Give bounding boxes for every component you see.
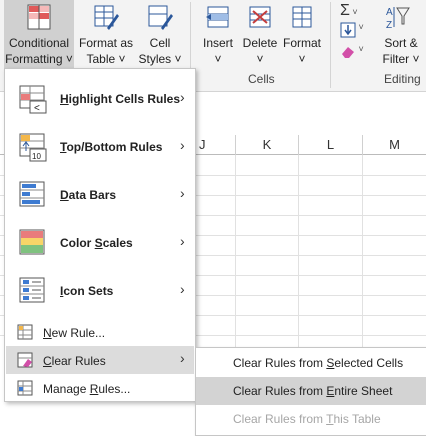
clear-button[interactable]: ˅: [340, 44, 372, 62]
top-bottom-rules-icon: 10: [19, 133, 47, 162]
conditional-formatting-icon: [27, 4, 51, 30]
sort-filter-label: Sort & Filter ˅: [382, 36, 420, 66]
menu-item-manage-rules[interactable]: Manage Rules...: [6, 374, 194, 402]
autosum-button[interactable]: Σ ˅: [340, 2, 372, 20]
menu-item-label: Clear Rules: [43, 354, 106, 368]
highlight-cells-rules-icon: <: [19, 85, 47, 114]
editing-group-label: Editing: [384, 72, 421, 86]
autosum-icon: Σ: [340, 2, 350, 19]
column-header-m[interactable]: M: [362, 135, 426, 155]
clear-rules-submenu: Clear Rules from Selected Cells Clear Ru…: [195, 347, 426, 436]
delete-label: Delete ˅: [242, 36, 278, 66]
format-as-table-label: Format as Table ˅: [78, 36, 133, 66]
cell-styles-label: Cell Styles ˅: [138, 36, 182, 66]
insert-cells-icon: [206, 6, 229, 28]
sort-filter-icon: A Z: [386, 7, 410, 30]
chevron-right-icon: ›: [180, 350, 185, 366]
submenu-item-clear-entire-sheet[interactable]: Clear Rules from Entire Sheet: [196, 377, 426, 405]
cell-styles-icon: [148, 5, 173, 30]
conditional-formatting-menu: < Highlight Cells Rules › 10 Top/Bottom …: [4, 68, 196, 402]
menu-item-color-scales[interactable]: Color Scales ›: [6, 219, 194, 267]
menu-item-top-bottom-rules[interactable]: 10 Top/Bottom Rules ›: [6, 123, 194, 171]
menu-item-data-bars[interactable]: Data Bars ›: [6, 171, 194, 219]
svg-text:10: 10: [32, 152, 41, 161]
svg-text:Z: Z: [386, 20, 392, 30]
chevron-right-icon: ›: [180, 185, 185, 201]
menu-item-highlight-cells-rules[interactable]: < Highlight Cells Rules ›: [6, 75, 194, 123]
menu-item-label: Data Bars: [60, 188, 117, 202]
color-scales-icon: [19, 229, 45, 255]
menu-item-clear-rules[interactable]: Clear Rules ›: [6, 346, 194, 374]
format-as-table-icon: [94, 5, 119, 30]
delete-button[interactable]: Delete ˅: [240, 0, 280, 68]
data-bars-icon: [19, 181, 45, 207]
ribbon-separator: [330, 2, 331, 88]
sort-filter-button[interactable]: A Z Sort & Filter ˅: [376, 0, 426, 68]
new-rule-icon: [17, 324, 33, 340]
format-button[interactable]: Format ˅: [280, 0, 324, 68]
column-header-k[interactable]: K: [235, 135, 298, 155]
manage-rules-icon: [17, 380, 33, 396]
menu-item-label: Top/Bottom Rules: [60, 140, 163, 154]
svg-text:<: <: [34, 103, 40, 114]
insert-button[interactable]: Insert ˅: [197, 0, 239, 68]
cell-styles-button[interactable]: Cell Styles ˅: [136, 0, 184, 68]
icon-sets-icon: [19, 277, 45, 303]
submenu-item-clear-selected-cells[interactable]: Clear Rules from Selected Cells: [196, 349, 426, 377]
format-label: Format ˅: [282, 36, 321, 66]
menu-item-label: Icon Sets: [60, 284, 114, 298]
column-header-l[interactable]: L: [298, 135, 362, 155]
format-as-table-button[interactable]: Format as Table ˅: [76, 0, 136, 68]
submenu-item-clear-this-table: Clear Rules from This Table: [233, 412, 381, 426]
delete-cells-icon: [249, 6, 271, 28]
menu-item-new-rule[interactable]: New Rule...: [6, 318, 194, 346]
clear-rules-icon: [17, 352, 33, 368]
conditional-formatting-label: Conditional Formatting ˅: [5, 36, 73, 66]
eraser-icon: [342, 47, 354, 58]
menu-item-label: New Rule...: [43, 326, 106, 340]
insert-label: Insert ˅: [202, 36, 233, 66]
menu-item-label: Manage Rules...: [43, 382, 131, 396]
chevron-right-icon: ›: [180, 281, 185, 297]
svg-text:A: A: [386, 7, 393, 18]
format-cells-icon: [292, 6, 312, 28]
menu-item-label: Highlight Cells Rules: [60, 92, 181, 106]
fill-button[interactable]: ˅: [340, 22, 372, 40]
menu-item-label: Color Scales: [60, 236, 133, 250]
fill-down-icon: [340, 22, 356, 38]
chevron-right-icon: ›: [180, 233, 185, 249]
cells-group-label: Cells: [248, 72, 275, 86]
chevron-right-icon: ›: [180, 89, 185, 105]
menu-item-icon-sets[interactable]: Icon Sets ›: [6, 267, 194, 315]
conditional-formatting-button[interactable]: Conditional Formatting ˅: [4, 0, 74, 68]
chevron-right-icon: ›: [180, 137, 185, 153]
